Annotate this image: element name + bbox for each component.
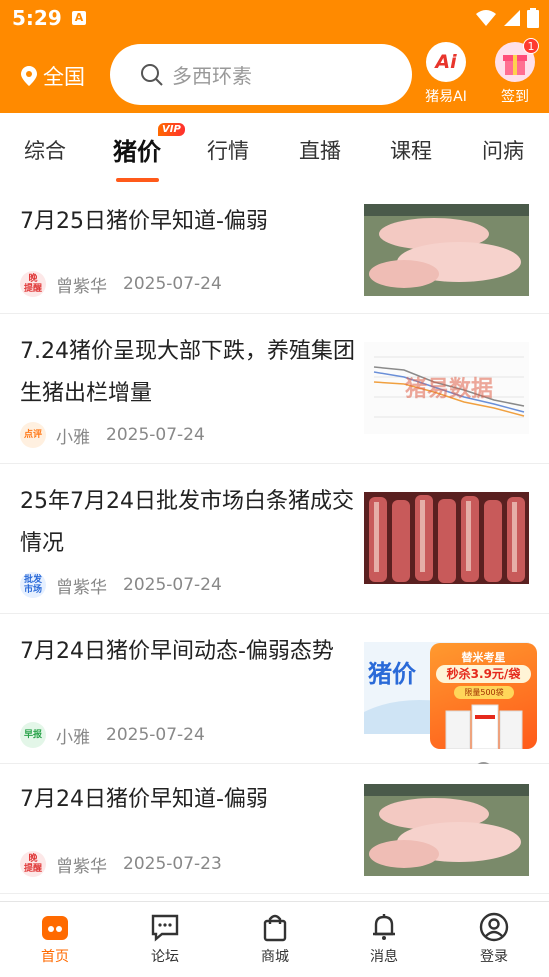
ad-limit: 限量500袋 [454, 686, 514, 699]
article-title: 7.24猪价呈现大部下跌，养殖集团生猪出栏增量 [20, 339, 355, 406]
location-label: 全国 [43, 65, 85, 89]
home-icon [42, 916, 68, 940]
nav-messages-label: 消息 [370, 949, 398, 965]
article-author: 小雅 [56, 727, 90, 748]
article-author: 小雅 [56, 427, 90, 448]
ai-button[interactable]: Ai 猪易AI [416, 42, 476, 106]
tab-hangqing[interactable]: 行情 [207, 135, 249, 165]
pigs-thumbnail [364, 784, 529, 876]
location-pin-icon [21, 66, 37, 86]
article-title: 7月24日猪价早知道-偏弱 [20, 787, 268, 812]
nav-forum[interactable]: 论坛 [125, 912, 205, 966]
article-meta: 点评 小雅 2025-07-24 [20, 422, 205, 448]
article-meta: 晚提醒 曾紫华 2025-07-24 [20, 271, 222, 297]
search-placeholder: 多西环素 [172, 64, 252, 88]
pork-carcass-thumbnail [364, 492, 529, 584]
signin-badge: 1 [523, 38, 539, 54]
banner-text: 猪价 [368, 660, 417, 688]
ad-product-name: 替米考星 [461, 651, 506, 664]
search-icon [141, 63, 163, 86]
category-tabs: 综合 猪价 VIP 行情 直播 课程 问病 [0, 113, 549, 187]
nav-shop-label: 商城 [261, 949, 289, 965]
article-date: 2025-07-24 [123, 274, 222, 294]
article-date: 2025-07-24 [123, 575, 222, 595]
pigs-thumbnail [364, 204, 529, 296]
tab-kecheng[interactable]: 课程 [390, 135, 432, 165]
author-badge: 晚提醒 [20, 851, 46, 877]
author-badge: 晚提醒 [20, 271, 46, 297]
ai-label: 猪易AI [425, 89, 467, 105]
tab-wenbing[interactable]: 问病 [482, 135, 524, 165]
tab-zhibo[interactable]: 直播 [299, 135, 341, 165]
nav-home[interactable]: 首页 [15, 912, 95, 966]
status-bar: 5:29 A [0, 0, 549, 36]
signal-icon [504, 10, 520, 26]
tab-zonghe[interactable]: 综合 [24, 135, 66, 165]
chat-icon [151, 914, 179, 942]
nav-home-label: 首页 [41, 949, 69, 965]
article-title: 25年7月24日批发市场白条猪成交情况 [20, 489, 354, 556]
article-item[interactable]: 7月25日猪价早知道-偏弱 晚提醒 曾紫华 2025-07-24 [0, 187, 549, 314]
article-item[interactable]: 7.24猪价呈现大部下跌，养殖集团生猪出栏增量 点评 小雅 2025-07-24… [0, 314, 549, 464]
search-input[interactable]: 多西环素 [110, 44, 412, 105]
vip-badge: VIP [158, 123, 185, 136]
article-meta: 早报 小雅 2025-07-24 [20, 722, 205, 748]
top-header: 全国 多西环素 Ai 猪易AI 1 签到 [0, 36, 549, 113]
article-meta: 批发 市场 曾紫华 2025-07-24 [20, 572, 222, 598]
bottom-navigation: 首页 论坛 商城 消息 登录 [0, 901, 549, 977]
gift-icon: 1 [495, 38, 539, 82]
nav-shop[interactable]: 商城 [235, 912, 315, 966]
signin-button[interactable]: 1 签到 [485, 38, 545, 106]
price-chart-thumbnail: 猪易数据 [364, 342, 529, 434]
user-icon [479, 912, 509, 942]
chart-watermark: 猪易数据 [405, 376, 493, 402]
notification-icon: A [72, 11, 86, 25]
floating-ad[interactable]: 替米考星 秒杀3.9元/袋 限量500袋 [430, 643, 537, 749]
signin-label: 签到 [501, 89, 529, 105]
wifi-icon [476, 10, 496, 26]
article-item[interactable]: 7月24日猪价早知道-偏弱 晚提醒 曾紫华 2025-07-23 [0, 764, 549, 894]
author-badge: 点评 [20, 422, 46, 448]
ad-product-image [445, 704, 523, 749]
status-time: 5:29 [12, 6, 62, 30]
shopping-bag-icon [263, 914, 287, 942]
bell-icon [373, 914, 395, 940]
ad-price: 秒杀3.9元/袋 [436, 665, 531, 683]
nav-forum-label: 论坛 [151, 949, 179, 965]
article-author: 曾紫华 [56, 276, 107, 297]
author-badge: 批发 市场 [20, 572, 46, 598]
status-icons [475, 8, 539, 28]
article-title: 7月24日猪价早间动态-偏弱态势 [20, 639, 334, 664]
article-date: 2025-07-23 [123, 854, 222, 874]
article-date: 2025-07-24 [106, 725, 205, 745]
active-tab-indicator [116, 178, 159, 182]
nav-login[interactable]: 登录 [454, 912, 534, 966]
ai-icon: Ai [426, 42, 466, 82]
article-author: 曾紫华 [56, 856, 107, 877]
nav-login-label: 登录 [480, 949, 508, 965]
article-author: 曾紫华 [56, 577, 107, 598]
article-item[interactable]: 25年7月24日批发市场白条猪成交情况 批发 市场 曾紫华 2025-07-24 [0, 464, 549, 614]
nav-messages[interactable]: 消息 [344, 912, 424, 966]
author-badge: 早报 [20, 722, 46, 748]
article-date: 2025-07-24 [106, 425, 205, 445]
tab-zhujia[interactable]: 猪价 [113, 132, 161, 167]
article-meta: 晚提醒 曾紫华 2025-07-23 [20, 851, 222, 877]
battery-icon [527, 8, 539, 28]
article-title: 7月25日猪价早知道-偏弱 [20, 209, 268, 234]
location-selector[interactable]: 全国 [20, 61, 85, 91]
